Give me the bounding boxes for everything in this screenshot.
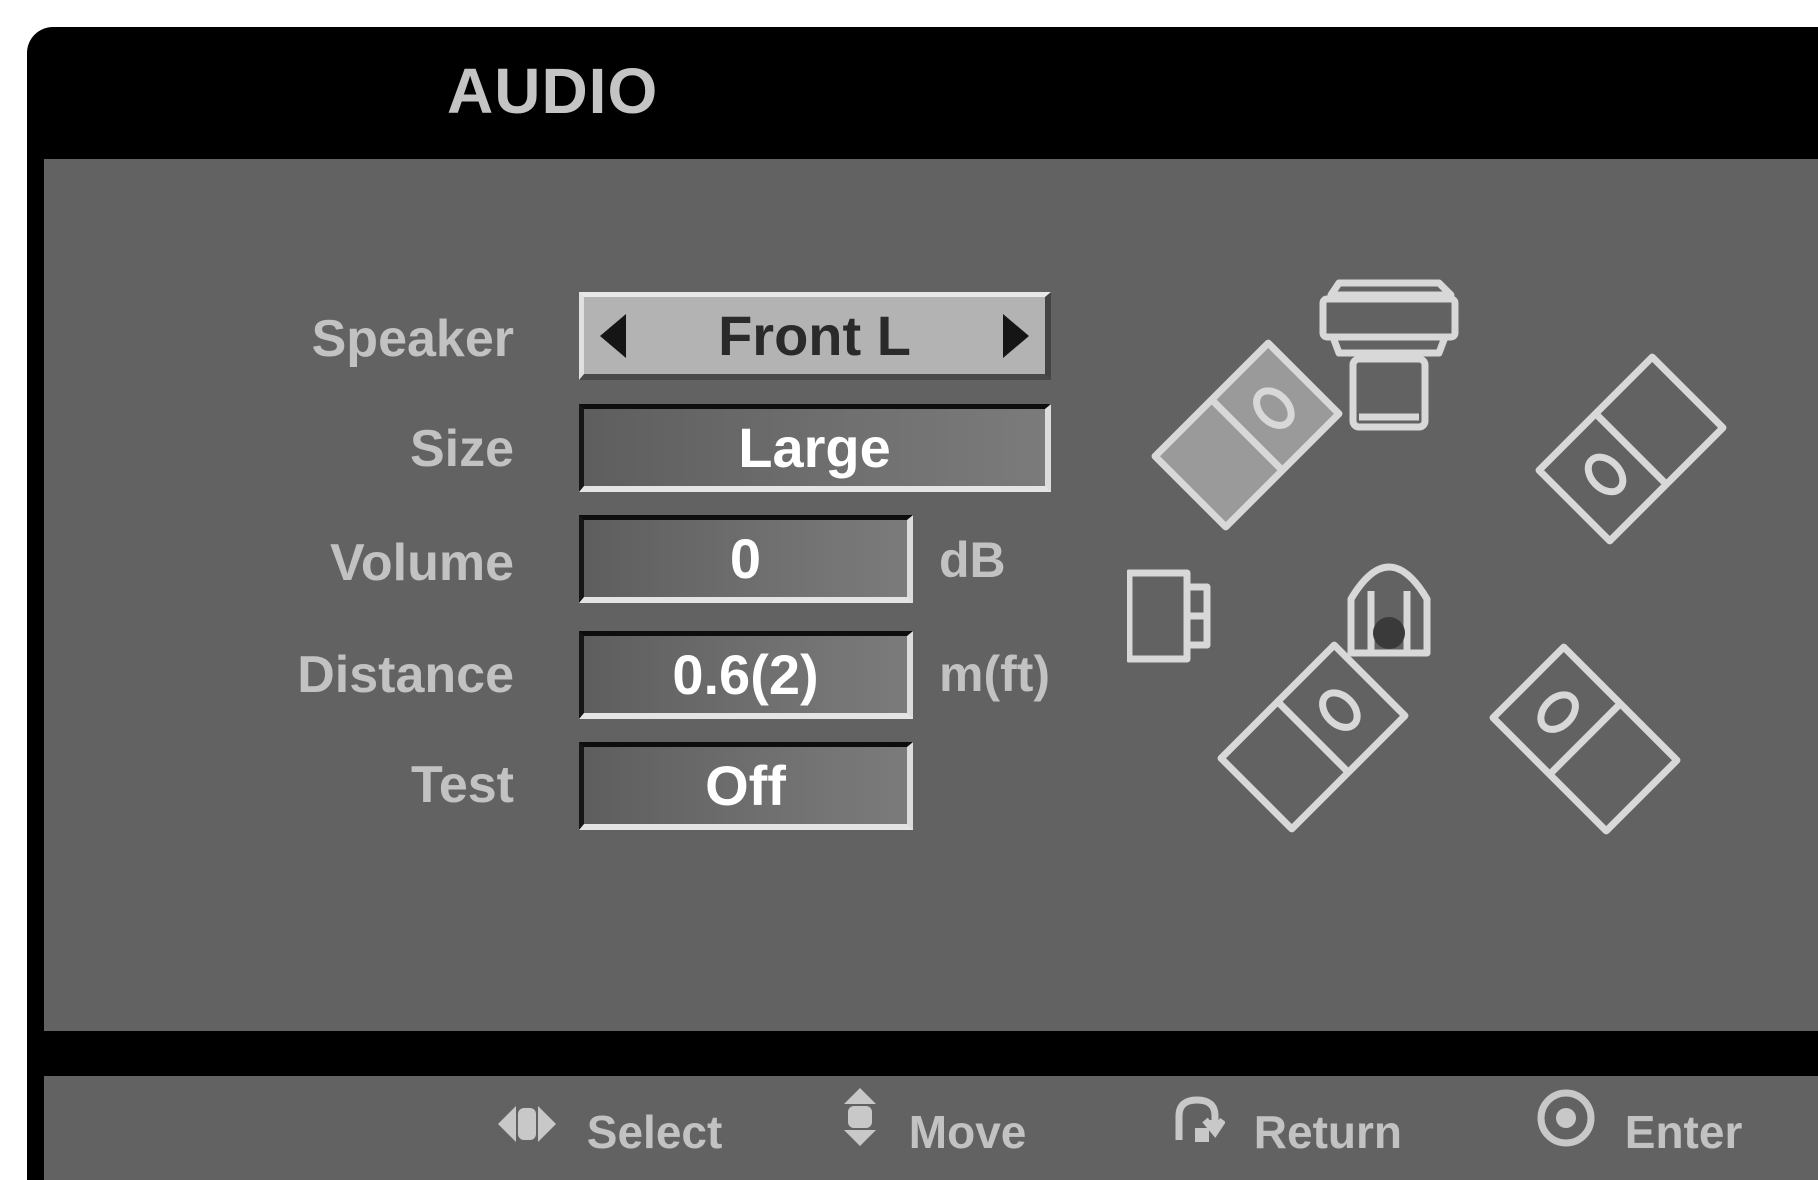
speaker-label: Speaker (311, 310, 514, 368)
distance-field[interactable]: 0.6(2) (579, 631, 913, 719)
size-label: Size (409, 420, 514, 478)
front-right-speaker-icon (1535, 353, 1727, 545)
audio-setup-menu: AUDIO Speaker Front L Size Large Volume … (27, 27, 1818, 1180)
distance-label: Distance (297, 646, 514, 704)
rear-right-speaker-icon (1489, 643, 1681, 835)
speaker-layout-diagram (1127, 279, 1727, 835)
speaker-selector[interactable]: Front L (579, 292, 1051, 380)
menu-title: AUDIO (447, 55, 659, 127)
chevron-left-icon[interactable] (600, 314, 626, 358)
up-down-arrows-icon (840, 1080, 880, 1180)
listener-icon (1347, 563, 1431, 657)
enter-hint-label: Enter (1624, 1105, 1743, 1158)
distance-unit: m(ft) (939, 646, 1051, 702)
test-label: Test (410, 756, 514, 814)
left-right-arrows-icon (496, 1080, 558, 1180)
return-arrow-icon (1169, 1080, 1226, 1180)
move-hint-label: Move (908, 1105, 1027, 1158)
enter-hint: Enter (1536, 1076, 1742, 1180)
return-hint-label: Return (1253, 1105, 1403, 1158)
enter-circle-icon (1536, 1080, 1596, 1180)
volume-field[interactable]: 0 (579, 515, 913, 603)
select-hint: Select (496, 1076, 722, 1180)
volume-unit: dB (939, 532, 1006, 588)
chevron-right-icon[interactable] (1003, 314, 1029, 358)
help-bar: Select Move Return Enter (44, 1076, 1818, 1180)
volume-label: Volume (330, 534, 514, 592)
front-left-speaker-icon (1151, 339, 1343, 531)
return-hint: Return (1169, 1076, 1402, 1180)
test-field[interactable]: Off (579, 742, 913, 830)
rear-left-speaker-icon (1217, 641, 1409, 833)
speaker-value: Front L (718, 304, 911, 367)
left-side-speaker-icon (1127, 569, 1211, 663)
move-hint: Move (840, 1076, 1026, 1180)
center-speaker-icon (1319, 279, 1459, 431)
size-field[interactable]: Large (579, 404, 1051, 492)
select-hint-label: Select (586, 1105, 723, 1158)
